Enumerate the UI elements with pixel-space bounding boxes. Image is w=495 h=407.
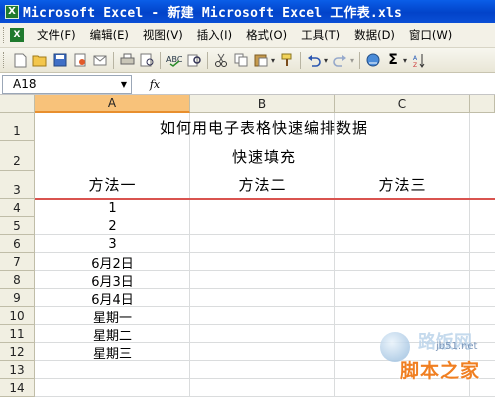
watermark-name: 脚本之家 — [400, 360, 481, 382]
row-header[interactable]: 7 — [0, 253, 35, 271]
research-icon[interactable] — [185, 51, 203, 69]
row-header[interactable]: 12 — [0, 343, 35, 361]
site-watermark: 路饭网 jb51.net 脚本之家 — [378, 332, 495, 407]
table-cell[interactable]: 6月3日 — [35, 271, 190, 290]
sort-icon[interactable]: AZ — [410, 51, 428, 69]
menu-file[interactable]: 文件(F) — [30, 27, 83, 43]
row-header[interactable]: 10 — [0, 307, 35, 325]
formula-input[interactable] — [178, 75, 495, 94]
name-box[interactable]: A18 ▼ — [2, 74, 132, 94]
menubar-grip-handle[interactable] — [3, 27, 6, 43]
permission-icon[interactable] — [71, 51, 89, 69]
undo-icon[interactable] — [305, 51, 323, 69]
format-painter-icon[interactable] — [278, 51, 296, 69]
svg-text:ABC: ABC — [166, 55, 182, 64]
table-cell[interactable]: 6月4日 — [35, 289, 190, 308]
menu-bar: X 文件(F) 编辑(E) 视图(V) 插入(I) 格式(O) 工具(T) 数据… — [0, 23, 495, 48]
column-header-b[interactable]: B — [190, 95, 335, 113]
select-all-corner[interactable] — [0, 95, 35, 113]
header-cell-b3[interactable]: 方法二 — [190, 171, 335, 198]
open-icon[interactable] — [31, 51, 49, 69]
paste-options-dropdown[interactable]: ▾ — [271, 56, 275, 65]
print-preview-icon[interactable] — [138, 51, 156, 69]
save-icon[interactable] — [51, 51, 69, 69]
sheet-subtitle-cell[interactable]: 快速填充 — [35, 141, 495, 171]
formula-bar: A18 ▼ fx — [0, 74, 495, 95]
watermark-site: jb51.net — [436, 341, 478, 352]
redo-icon[interactable] — [331, 51, 349, 69]
menu-window[interactable]: 窗口(W) — [402, 27, 459, 43]
autosum-dropdown[interactable]: ▾ — [403, 56, 407, 65]
new-icon[interactable] — [11, 51, 29, 69]
column-header-d[interactable] — [470, 95, 495, 113]
row-header[interactable]: 14 — [0, 379, 35, 397]
row-header[interactable]: 6 — [0, 235, 35, 253]
table-cell[interactable]: 2 — [35, 217, 190, 235]
paste-icon[interactable] — [252, 51, 270, 69]
row-header[interactable]: 11 — [0, 325, 35, 343]
row-header[interactable]: 2 — [0, 141, 35, 171]
toolbar-grip-handle[interactable] — [3, 52, 6, 68]
table-cell[interactable]: 3 — [35, 235, 190, 253]
undo-dropdown[interactable]: ▾ — [324, 56, 328, 65]
column-header-a[interactable]: A — [35, 95, 190, 113]
title-bar: X Microsoft Excel - 新建 Microsoft Excel 工… — [0, 0, 495, 23]
cut-icon[interactable] — [212, 51, 230, 69]
row-header[interactable]: 9 — [0, 289, 35, 307]
hyperlink-icon[interactable] — [364, 51, 382, 69]
standard-toolbar: ABC ▾ ▾ ▾ Σ ▾ AZ — [0, 48, 495, 73]
toolbar-separator — [300, 51, 302, 69]
print-icon[interactable] — [118, 51, 136, 69]
chevron-down-icon[interactable]: ▼ — [121, 80, 127, 89]
menu-tools[interactable]: 工具(T) — [294, 27, 347, 43]
menu-edit[interactable]: 编辑(E) — [83, 27, 136, 43]
table-cell[interactable]: 星期二 — [35, 325, 190, 344]
toolbar-separator — [160, 51, 161, 69]
name-box-value: A18 — [13, 77, 37, 91]
menu-insert[interactable]: 插入(I) — [190, 27, 239, 43]
workbook-icon[interactable]: X — [10, 28, 24, 42]
row-header[interactable]: 1 — [0, 113, 35, 141]
row-header[interactable]: 13 — [0, 361, 35, 379]
excel-icon[interactable]: X — [5, 4, 19, 19]
toolbar-separator — [207, 51, 208, 69]
insert-function-icon[interactable]: fx — [132, 78, 178, 91]
table-cell[interactable]: 1 — [35, 200, 190, 217]
column-header-c[interactable]: C — [335, 95, 470, 113]
table-cell[interactable]: 6月2日 — [35, 253, 190, 272]
autosum-icon[interactable]: Σ — [384, 51, 402, 69]
table-cell[interactable]: 星期一 — [35, 307, 190, 326]
toolbar-separator — [113, 51, 114, 69]
menu-view[interactable]: 视图(V) — [136, 27, 190, 43]
spelling-icon[interactable]: ABC — [165, 51, 183, 69]
row-header[interactable]: 8 — [0, 271, 35, 289]
header-cell-c3[interactable]: 方法三 — [335, 171, 470, 198]
row-header[interactable]: 5 — [0, 217, 35, 235]
sheet-title-cell[interactable]: 如何用电子表格快速编排数据 — [35, 113, 495, 141]
copy-icon[interactable] — [232, 51, 250, 69]
svg-text:A: A — [413, 55, 418, 62]
toolbar-separator — [359, 51, 361, 69]
row-header[interactable]: 3 — [0, 171, 35, 199]
email-icon[interactable] — [91, 51, 109, 69]
menu-data[interactable]: 数据(D) — [347, 27, 402, 43]
table-cell[interactable]: 星期三 — [35, 343, 190, 362]
row-header[interactable]: 4 — [0, 199, 35, 217]
svg-text:Z: Z — [413, 62, 417, 68]
redo-dropdown[interactable]: ▾ — [350, 56, 354, 65]
menu-format[interactable]: 格式(O) — [239, 27, 294, 43]
header-cell-a3[interactable]: 方法一 — [35, 171, 190, 198]
window-title: Microsoft Excel - 新建 Microsoft Excel 工作表… — [23, 6, 403, 21]
